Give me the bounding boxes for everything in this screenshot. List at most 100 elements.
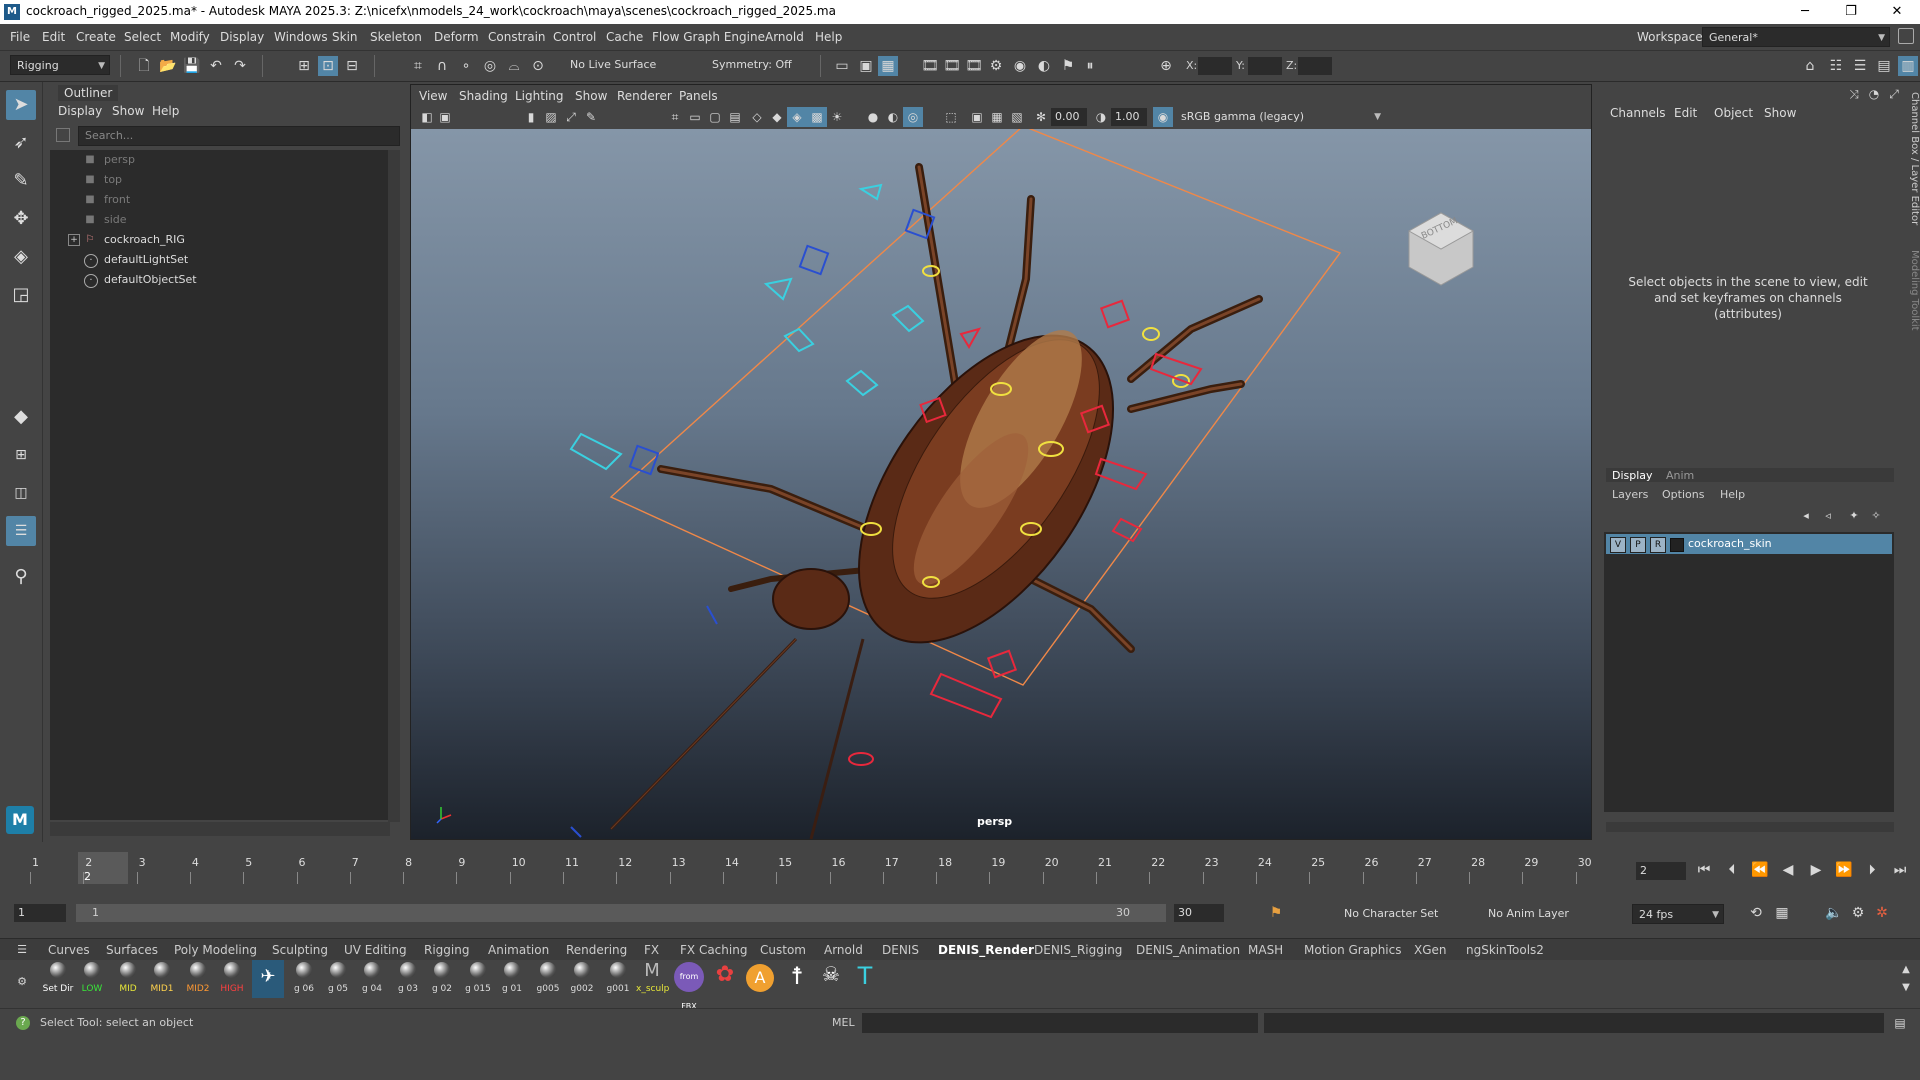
sound-icon[interactable]: 🔈 — [1824, 903, 1844, 923]
layer-visibility-toggle[interactable]: V — [1610, 537, 1626, 553]
shelf-button-g05[interactable]: g 05 — [322, 960, 354, 998]
shelf-tab-sculpting[interactable]: Sculpting — [272, 943, 328, 957]
bookmark-icon[interactable]: ▮ — [521, 107, 541, 127]
step-back-key-icon[interactable]: ⏴ — [1722, 860, 1742, 880]
animation-preferences-icon[interactable]: ⚙ — [1848, 903, 1868, 923]
film-gate-icon[interactable]: ▭ — [685, 107, 705, 127]
sound-icon[interactable]: ▦ — [878, 56, 898, 76]
arnold-settings-icon[interactable]: ⚑ — [1058, 56, 1078, 76]
shelf-tab-ngskintools2[interactable]: ngSkinTools2 — [1466, 943, 1544, 957]
shelf-button-mid1[interactable]: MID1 — [146, 960, 178, 998]
shelf-button-x-sculp[interactable]: Mx_sculp — [636, 960, 669, 998]
auto-key-icon[interactable]: ⚑ — [1266, 903, 1286, 923]
outliner-vertical-scrollbar[interactable] — [388, 150, 400, 822]
y-field[interactable] — [1248, 57, 1282, 75]
shelf-scroll-up-icon[interactable]: ▲ — [1896, 960, 1916, 980]
layer-color-swatch[interactable] — [1670, 538, 1684, 552]
channel-box-toggle-icon[interactable]: ⤨ — [1844, 84, 1864, 104]
undo-icon[interactable]: ↶ — [206, 56, 226, 76]
construction-history-icon[interactable]: ▭ — [832, 56, 852, 76]
hypershade-icon[interactable]: ◉ — [1010, 56, 1030, 76]
range-bar[interactable]: 1 30 — [76, 904, 1166, 922]
shelf-tab-denis[interactable]: DENIS — [882, 943, 919, 957]
viewport-menu-renderer[interactable]: Renderer — [617, 89, 672, 103]
outliner-item-cockroach-rig[interactable]: + ⚐ cockroach_RIG — [50, 230, 390, 250]
shelf-tab-denis-render[interactable]: DENIS_Render — [938, 943, 1034, 957]
layer-playback-toggle[interactable]: P — [1630, 537, 1646, 553]
shelf-tab-animation[interactable]: Animation — [488, 943, 549, 957]
options-menu[interactable]: Options — [1662, 488, 1704, 501]
human-ik-icon[interactable]: ☨ — [782, 962, 812, 992]
channels-menu[interactable]: Channels — [1610, 106, 1666, 120]
attribute-editor-icon[interactable]: ☷ — [1826, 56, 1846, 76]
snap-live-icon[interactable]: ⊙ — [528, 56, 548, 76]
go-to-start-icon[interactable]: ⏮ — [1694, 860, 1714, 880]
anti-aliasing-icon[interactable]: ◎ — [903, 107, 923, 127]
fps-dropdown[interactable]: 24 fps ▼ — [1632, 904, 1724, 924]
snap-surface-icon[interactable]: ⌓ — [504, 56, 524, 76]
menu-constrain[interactable]: Constrain — [488, 30, 546, 44]
loop-icon[interactable]: ⟲ — [1746, 903, 1766, 923]
menu-control[interactable]: Control — [553, 30, 596, 44]
viewport-canvas[interactable]: BOTTOM persp — [411, 129, 1591, 839]
ambient-occlusion-icon[interactable]: ● — [863, 107, 883, 127]
xray-joints-icon[interactable]: ▦ — [987, 107, 1007, 127]
select-camera-icon[interactable]: ◧ — [417, 107, 437, 127]
shelf-tab-surfaces[interactable]: Surfaces — [106, 943, 158, 957]
snap-grid-icon[interactable]: ⌗ — [408, 56, 428, 76]
resolution-gate-icon[interactable]: ▢ — [705, 107, 725, 127]
outliner-menu-display[interactable]: Display — [58, 104, 102, 118]
menu-modify[interactable]: Modify — [170, 30, 210, 44]
shelf-tab-custom[interactable]: Custom — [760, 943, 806, 957]
layer-tab-display[interactable]: Display — [1612, 469, 1653, 482]
menu-flow-graph-engine[interactable]: Flow Graph Engine — [652, 30, 765, 44]
menu-file[interactable]: File — [10, 30, 30, 44]
outliner-item-persp[interactable]: ■ persp — [50, 150, 390, 170]
shelf-tab-fx[interactable]: FX — [644, 943, 659, 957]
snap-curve-icon[interactable]: ∩ — [432, 56, 452, 76]
shelf-tab-denis-animation[interactable]: DENIS_Animation — [1136, 943, 1240, 957]
shelf-tab-curves[interactable]: Curves — [48, 943, 90, 957]
snap-point-icon[interactable]: ∘ — [456, 56, 476, 76]
shelf-button-g04[interactable]: g 04 — [356, 960, 388, 998]
maya-home-icon[interactable]: M — [6, 806, 34, 834]
side-tab-channel-box[interactable]: Channel Box / Layer Editor — [1900, 92, 1920, 232]
new-scene-icon[interactable]: 🗋 — [134, 56, 154, 76]
use-all-lights-icon[interactable]: ☀ — [827, 107, 847, 127]
step-forward-icon[interactable]: ⏵ — [1862, 860, 1882, 880]
next-key-icon[interactable]: ⏩ — [1834, 860, 1854, 880]
shelf-tab-denis-rigging[interactable]: DENIS_Rigging — [1034, 943, 1122, 957]
render-settings-icon[interactable]: ⚙ — [986, 56, 1006, 76]
menu-cache[interactable]: Cache — [606, 30, 643, 44]
search-icon[interactable]: ⚲ — [6, 562, 36, 592]
workspace-dropdown[interactable]: General* ▼ — [1702, 27, 1890, 47]
maximize-button[interactable]: ❐ — [1828, 0, 1874, 24]
gamma-icon[interactable]: ◑ — [1091, 107, 1111, 127]
mel-command-input[interactable] — [862, 1013, 1258, 1033]
exposure-field[interactable]: 0.00 — [1051, 108, 1087, 126]
save-scene-icon[interactable]: 💾 — [182, 56, 202, 76]
render-sequence-icon[interactable]: 🎞 — [942, 56, 962, 76]
side-tab-modeling-toolkit[interactable]: Modeling Toolkit — [1900, 250, 1920, 350]
new-layer-icon[interactable]: ✦ — [1844, 506, 1864, 526]
redo-icon[interactable]: ↷ — [230, 56, 250, 76]
lasso-tool-icon[interactable]: ➶ — [6, 128, 36, 158]
outliner-item-top[interactable]: ■ top — [50, 170, 390, 190]
xray-icon[interactable]: ▣ — [967, 107, 987, 127]
two-view-layout-icon[interactable]: ◫ — [6, 478, 36, 508]
anim-bookmark-icon[interactable]: ✲ — [1872, 903, 1892, 923]
wireframe-icon[interactable]: ◇ — [747, 107, 767, 127]
x-field[interactable] — [1198, 57, 1232, 75]
shelf-button-g002[interactable]: g002 — [566, 960, 598, 998]
channel-box-icon[interactable]: ▤ — [1874, 56, 1894, 76]
channel-show-menu[interactable]: Show — [1764, 106, 1796, 120]
render-frame-icon[interactable]: 🎞 — [920, 56, 940, 76]
menu-windows[interactable]: Windows — [274, 30, 328, 44]
textured-icon[interactable]: ▩ — [807, 107, 827, 127]
play-forward-icon[interactable]: ▶ — [1806, 860, 1826, 880]
shelf-settings-icon[interactable]: ⚙ — [12, 972, 32, 992]
z-field[interactable] — [1298, 57, 1332, 75]
outliner-search-input[interactable]: Search... — [78, 126, 400, 146]
close-button[interactable]: ✕ — [1874, 0, 1920, 24]
from-fbx-button[interactable]: from FBX — [674, 962, 704, 1011]
